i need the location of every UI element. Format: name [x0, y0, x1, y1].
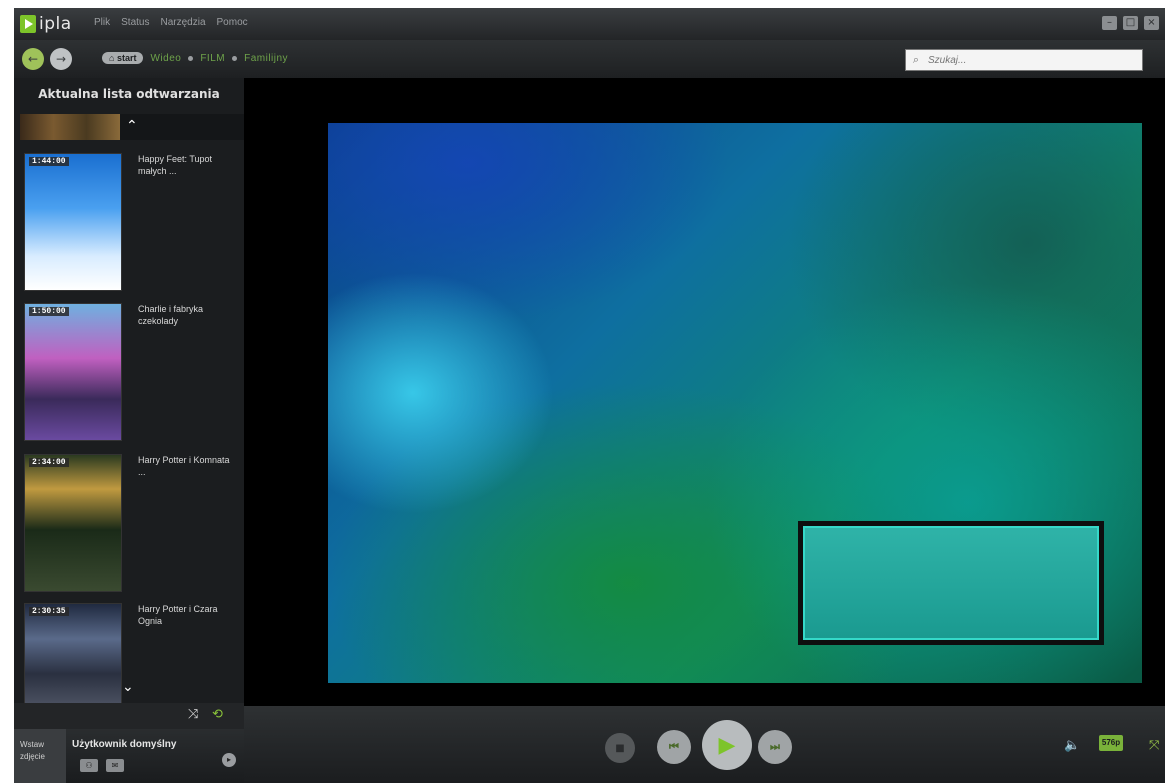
app-window: ipla Plik Status Narzędzia Pomoc – □ × ←…	[14, 8, 1165, 783]
previous-icon: ⏮	[669, 740, 679, 753]
minimize-icon[interactable]: –	[1102, 16, 1117, 30]
menu-plik[interactable]: Plik	[94, 17, 110, 28]
poster-image: 1:44:00	[24, 153, 122, 291]
playlist-sidebar: Aktualna lista odtwarzania ⌃ 1:44:00 Hap…	[14, 78, 244, 705]
search-box: ⌕	[905, 49, 1143, 71]
search-input[interactable]	[926, 53, 1130, 67]
play-button[interactable]: ▶	[702, 720, 752, 770]
video-area	[244, 78, 1165, 706]
duration-badge: 1:44:00	[29, 157, 69, 166]
playlist-item[interactable]: 1:44:00 Happy Feet: Tupot małych ...	[24, 153, 244, 293]
breadcrumb-separator-icon	[232, 55, 238, 61]
menu-narzedzia[interactable]: Narzędzia	[160, 17, 205, 28]
forward-button[interactable]: →	[50, 48, 72, 70]
chat-icon[interactable]: ✉	[106, 759, 124, 772]
thumbnail-strip	[20, 114, 120, 140]
breadcrumb-wideo[interactable]: Wideo	[150, 53, 181, 64]
breadcrumb: ⌂ start Wideo FILM Familijny	[102, 52, 288, 64]
poster-image: 1:50:00	[24, 303, 122, 441]
chevron-down-icon[interactable]: ⌄	[122, 679, 134, 695]
user-panel: Wstaw zdjęcie Użytkownik domyślny ⚇ ✉ ▸	[14, 729, 244, 783]
stop-icon: ■	[615, 742, 625, 754]
play-icon: ▶	[718, 732, 736, 758]
user-menu-icon[interactable]: ▸	[222, 753, 236, 767]
playlist-title: Aktualna lista odtwarzania	[38, 87, 220, 101]
shuffle-icon[interactable]: ⤨	[188, 707, 198, 722]
poster-image: 2:30:35	[24, 603, 122, 705]
close-icon[interactable]: ×	[1144, 16, 1159, 30]
quality-badge[interactable]: 576p	[1099, 735, 1123, 751]
arrow-right-icon: →	[55, 52, 67, 66]
menu-status[interactable]: Status	[121, 17, 149, 28]
photo-label-line2: zdjęcie	[20, 752, 45, 761]
poster-image: 2:34:00	[24, 454, 122, 592]
logo-text: ipla	[39, 14, 72, 34]
playlist-item[interactable]: 2:34:00 Harry Potter i Komnata ...	[24, 454, 244, 594]
home-icon: ⌂	[109, 53, 115, 63]
playlist-item-title: Charlie i fabryka czekolady	[138, 304, 204, 326]
menu-pomoc[interactable]: Pomoc	[217, 17, 248, 28]
playlist-item-title: Harry Potter i Komnata ...	[138, 455, 230, 477]
user-photo-placeholder[interactable]: Wstaw zdjęcie	[14, 729, 66, 783]
start-label: start	[116, 53, 137, 63]
breadcrumb-start[interactable]: ⌂ start	[102, 52, 144, 64]
playlist-top-strip: ⌃	[20, 114, 244, 140]
arrow-left-icon: ←	[27, 52, 39, 66]
user-name: Użytkownik domyślny	[72, 739, 177, 750]
volume-icon[interactable]: 🔈	[1064, 738, 1080, 753]
video-frame[interactable]	[328, 123, 1142, 683]
users-icon[interactable]: ⚇	[80, 759, 98, 772]
overlay-box	[798, 521, 1104, 645]
overlay-box-inner	[803, 526, 1099, 640]
maximize-icon[interactable]: □	[1123, 16, 1138, 30]
player-control-bar: ■ ⏮ ▶ ⏭ 🔈 576p ⤧	[244, 706, 1165, 783]
photo-label-line1: Wstaw	[20, 740, 44, 749]
title-bar: ipla Plik Status Narzędzia Pomoc – □ ×	[14, 8, 1165, 40]
ipla-logo-icon	[20, 15, 36, 33]
back-button[interactable]: ←	[22, 48, 44, 70]
duration-badge: 2:34:00	[29, 458, 69, 467]
chevron-up-icon[interactable]: ⌃	[126, 118, 138, 134]
menu-bar: Plik Status Narzędzia Pomoc	[94, 17, 248, 28]
breadcrumb-familijny[interactable]: Familijny	[244, 53, 288, 64]
playlist-item-title: Harry Potter i Czara Ognia	[138, 604, 218, 626]
search-icon: ⌕	[912, 53, 920, 66]
playlist-item[interactable]: 1:50:00 Charlie i fabryka czekolady	[24, 303, 244, 443]
next-button[interactable]: ⏭	[758, 730, 792, 764]
duration-badge: 1:50:00	[29, 307, 69, 316]
app-logo: ipla	[20, 14, 72, 34]
breadcrumb-separator-icon	[188, 55, 194, 61]
window-controls: – □ ×	[1102, 16, 1159, 30]
breadcrumb-film[interactable]: FILM	[200, 53, 225, 64]
repeat-icon[interactable]: ⟲	[212, 707, 223, 722]
previous-button[interactable]: ⏮	[657, 730, 691, 764]
next-icon: ⏭	[770, 740, 780, 753]
duration-badge: 2:30:35	[29, 607, 69, 616]
playlist-item-title: Happy Feet: Tupot małych ...	[138, 154, 213, 176]
fullscreen-icon[interactable]: ⤧	[1149, 738, 1159, 753]
playlist-controls: ⤨ ⟲	[14, 703, 244, 729]
navigation-bar: ← → ⌂ start Wideo FILM Familijny ⌕	[14, 40, 1165, 78]
stop-button[interactable]: ■	[605, 733, 635, 763]
